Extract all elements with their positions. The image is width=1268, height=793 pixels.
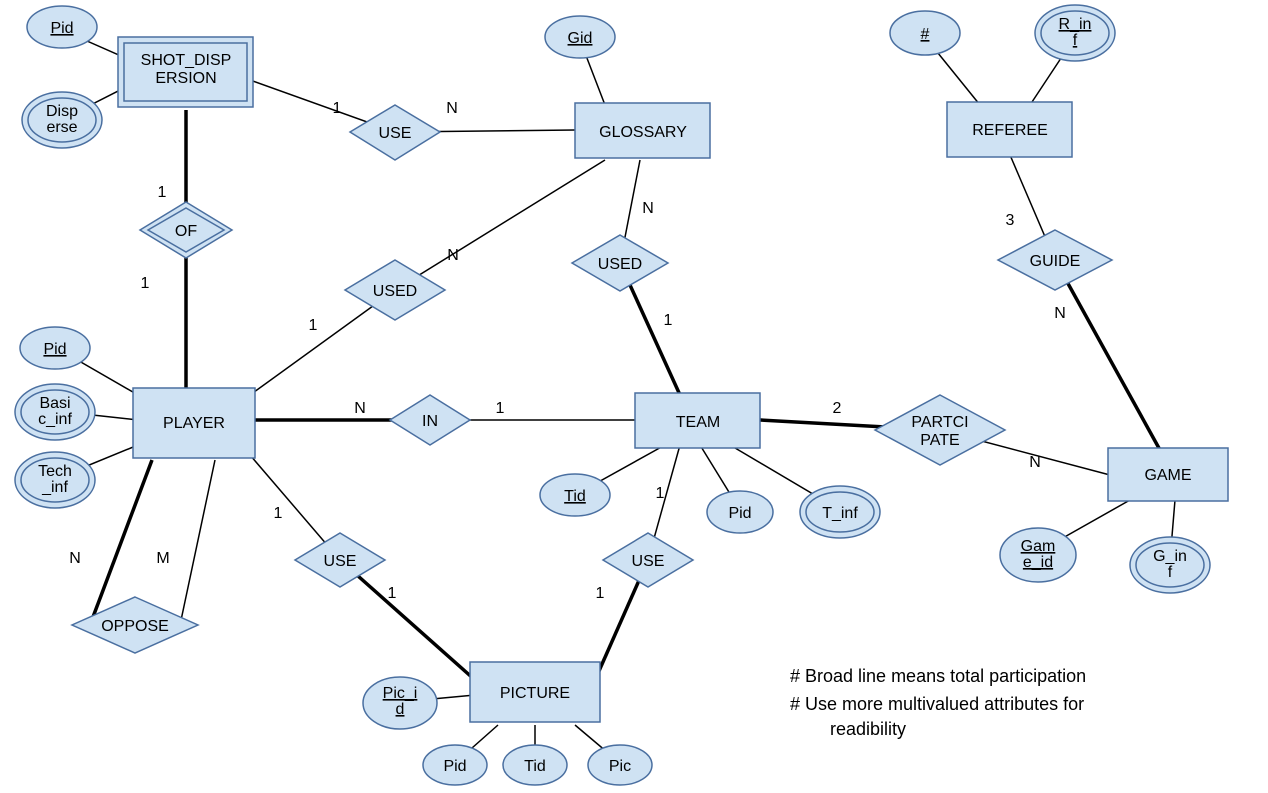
attr-t-inf: T_inf <box>800 486 880 538</box>
svg-text:d: d <box>396 701 405 718</box>
card-usetmpic-top: 1 <box>656 485 665 502</box>
card-guide-3: 3 <box>1006 212 1015 229</box>
rel-use-player-picture: USE <box>295 533 385 587</box>
svg-text:PLAYER: PLAYER <box>163 415 225 432</box>
card-guide-n: N <box>1054 305 1066 322</box>
svg-text:R_in: R_in <box>1059 16 1092 33</box>
attr-tid: Tid <box>540 474 610 516</box>
svg-text:Pid: Pid <box>443 758 466 775</box>
card-sd-use-n: N <box>446 100 458 117</box>
card-useplpic-top: 1 <box>274 505 283 522</box>
svg-text:_inf: _inf <box>41 479 68 496</box>
entity-team: TEAM <box>635 393 760 448</box>
svg-text:Pid: Pid <box>50 20 73 37</box>
svg-text:Pic: Pic <box>609 758 631 775</box>
rel-participate: PARTCI PATE <box>875 395 1005 465</box>
svg-text:e_id: e_id <box>1023 554 1053 571</box>
attr-game-id: Gam e_id <box>1000 528 1076 582</box>
note-2b: readibility <box>830 719 906 739</box>
svg-text:USE: USE <box>324 553 357 570</box>
rel-in: IN <box>390 395 470 445</box>
attr-gid: Gid <box>545 16 615 58</box>
svg-text:USED: USED <box>373 283 417 300</box>
svg-text:Basi: Basi <box>39 395 70 412</box>
svg-text:OPPOSE: OPPOSE <box>101 618 169 635</box>
svg-text:Pic_i: Pic_i <box>383 685 418 702</box>
svg-text:erse: erse <box>46 119 77 136</box>
card-usetmpic-bot: 1 <box>596 585 605 602</box>
svg-text:Pid: Pid <box>728 505 751 522</box>
svg-text:GUIDE: GUIDE <box>1030 253 1081 270</box>
svg-text:GLOSSARY: GLOSSARY <box>599 124 687 141</box>
attr-r-inf: R_in f <box>1035 5 1115 61</box>
rel-guide: GUIDE <box>998 230 1112 290</box>
card-usedtm-1: 1 <box>664 312 673 329</box>
svg-text:OF: OF <box>175 223 197 240</box>
attr-sd-pid: Pid <box>27 6 97 48</box>
svg-text:Pid: Pid <box>43 341 66 358</box>
card-oppose-m: M <box>156 550 169 567</box>
card-usedpl-1: 1 <box>309 317 318 334</box>
rel-use-sd-glossary: USE <box>350 105 440 160</box>
svg-text:Tid: Tid <box>564 488 586 505</box>
rel-of: OF <box>140 202 232 258</box>
svg-text:SHOT_DISP: SHOT_DISP <box>141 52 232 69</box>
card-part-n: N <box>1029 454 1041 471</box>
card-of-top: 1 <box>158 184 167 201</box>
svg-text:Tech: Tech <box>38 463 72 480</box>
attr-pic-id: Pic_i d <box>363 677 437 729</box>
svg-text:USE: USE <box>379 125 412 142</box>
attr-basic-inf: Basi c_inf <box>15 384 95 440</box>
entity-referee: REFEREE <box>947 102 1072 157</box>
svg-text:REFEREE: REFEREE <box>972 122 1048 139</box>
svg-text:T_inf: T_inf <box>822 505 858 522</box>
attr-ref-num: # <box>890 11 960 55</box>
rel-use-team-picture: USE <box>603 533 693 587</box>
svg-text:USE: USE <box>632 553 665 570</box>
svg-text:IN: IN <box>422 413 438 430</box>
svg-text:f: f <box>1168 564 1173 581</box>
entity-picture: PICTURE <box>470 662 600 722</box>
svg-text:Tid: Tid <box>524 758 546 775</box>
attr-player-pid: Pid <box>20 327 90 369</box>
card-useplpic-bot: 1 <box>388 585 397 602</box>
svg-text:USED: USED <box>598 256 642 273</box>
svg-text:G_in: G_in <box>1153 548 1187 565</box>
attr-team-pid: Pid <box>707 491 773 533</box>
svg-text:Disp: Disp <box>46 103 78 120</box>
attr-tech-inf: Tech _inf <box>15 452 95 508</box>
svg-text:PATE: PATE <box>920 432 959 449</box>
entity-player: PLAYER <box>133 388 255 458</box>
attr-g-inf: G_in f <box>1130 537 1210 593</box>
note-1: # Broad line means total participation <box>790 666 1086 686</box>
attr-pic-tid: Tid <box>503 745 567 785</box>
rel-used-team-glossary: USED <box>572 235 668 291</box>
svg-text:TEAM: TEAM <box>676 414 720 431</box>
note-2a: # Use more multivalued attributes for <box>790 694 1084 714</box>
svg-text:ERSION: ERSION <box>155 70 216 87</box>
card-of-bot: 1 <box>141 275 150 292</box>
svg-text:Gam: Gam <box>1021 538 1056 555</box>
svg-text:f: f <box>1073 32 1078 49</box>
card-in-n: N <box>354 400 366 417</box>
card-in-1: 1 <box>496 400 505 417</box>
svg-text:PICTURE: PICTURE <box>500 685 570 702</box>
card-usedpl-n: N <box>447 247 459 264</box>
svg-text:PARTCI: PARTCI <box>911 414 968 431</box>
card-oppose-n: N <box>69 550 81 567</box>
svg-text:#: # <box>921 26 930 43</box>
card-usedtm-n: N <box>642 200 654 217</box>
attr-pic-pid: Pid <box>423 745 487 785</box>
rel-oppose: OPPOSE <box>72 597 198 653</box>
attr-pic-pic: Pic <box>588 745 652 785</box>
svg-text:Gid: Gid <box>568 30 593 47</box>
svg-text:GAME: GAME <box>1144 467 1191 484</box>
entity-glossary: GLOSSARY <box>575 103 710 158</box>
entity-game: GAME <box>1108 448 1228 501</box>
attr-disperse: Disp erse <box>22 92 102 148</box>
svg-text:c_inf: c_inf <box>38 411 72 428</box>
card-sd-use-1: 1 <box>333 100 342 117</box>
entity-shot-dispersion: SHOT_DISP ERSION <box>118 37 253 107</box>
card-part-2: 2 <box>833 400 842 417</box>
